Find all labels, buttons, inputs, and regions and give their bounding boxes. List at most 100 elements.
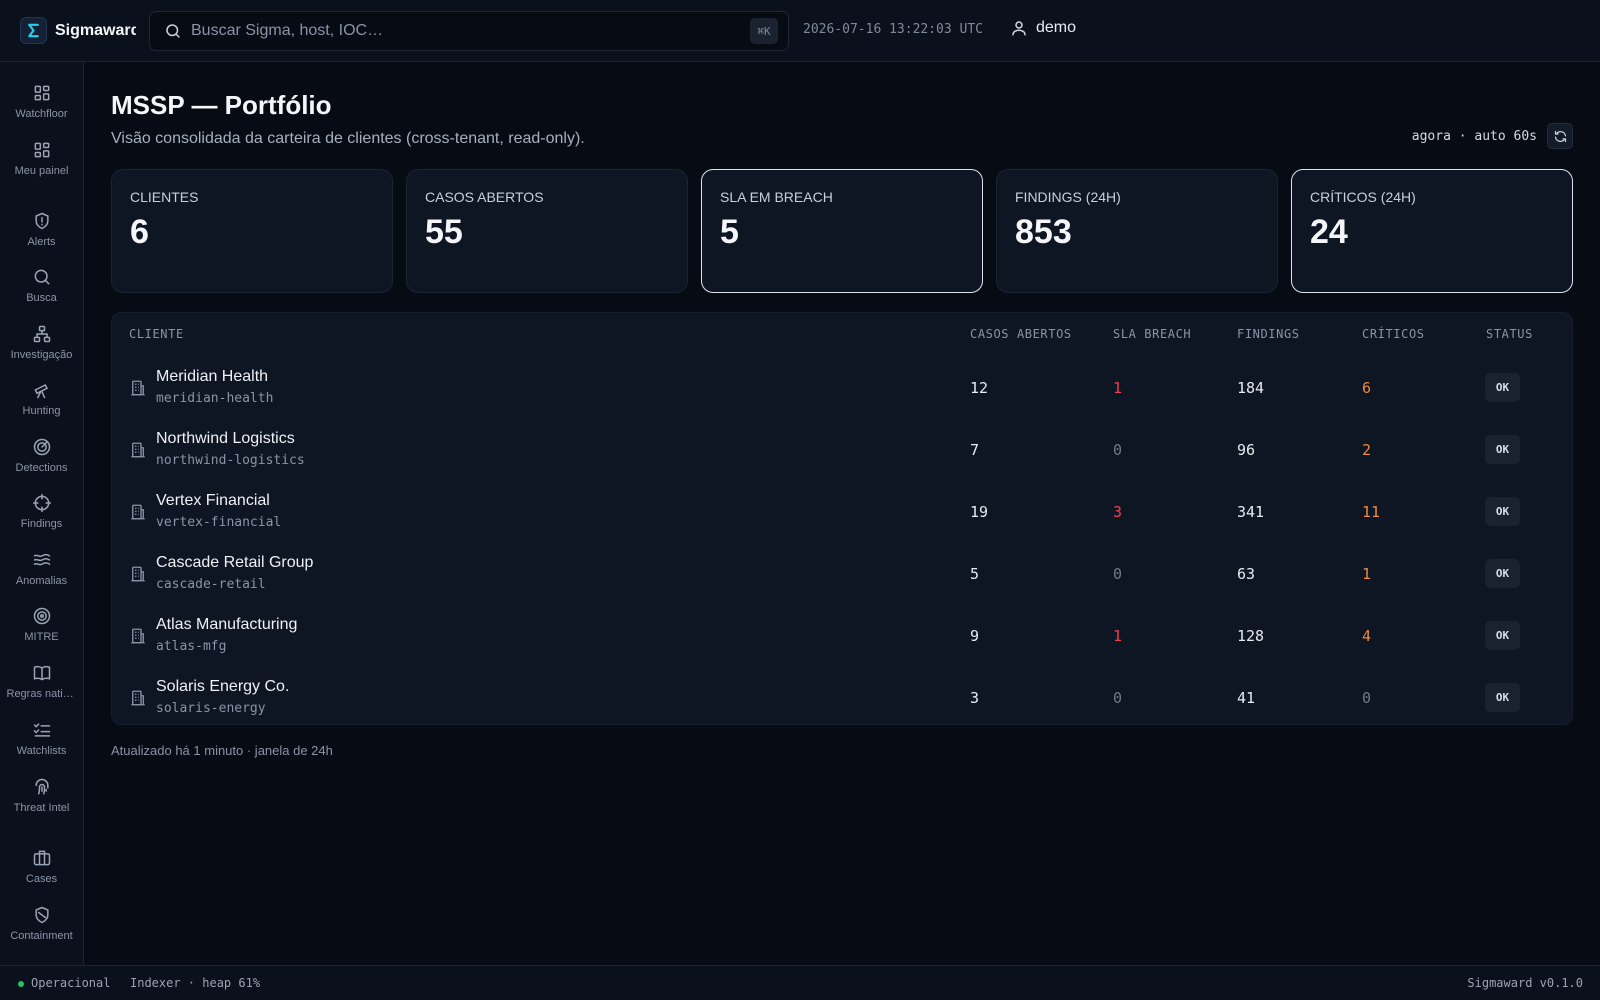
clients-table: CLIENTE CASOS ABERTOS SLA BREACH FINDING… [111, 312, 1573, 725]
sidebar-item-anomalias[interactable]: Anomalias [0, 550, 83, 602]
refresh-button[interactable] [1547, 123, 1573, 149]
stat-label: CLIENTES [130, 189, 199, 205]
client-name: Atlas Manufacturing [156, 616, 298, 633]
building-icon [131, 628, 145, 644]
stat-card-clientes[interactable]: CLIENTES 6 [111, 169, 393, 293]
critical-count: 6 [1362, 379, 1372, 397]
search-input[interactable] [191, 22, 750, 40]
sidebar-item-investigacao[interactable]: Investigação [0, 324, 83, 376]
client-slug: atlas-mfg [156, 639, 227, 654]
sla-breach-count: 3 [1113, 503, 1123, 521]
findings-count: 128 [1237, 627, 1265, 645]
status-dot-icon [18, 981, 24, 987]
sidebar-item-findings[interactable]: Findings [0, 493, 83, 545]
stat-label: CRÍTICOS (24H) [1310, 189, 1416, 205]
sidebar-item-label: Threat Intel [13, 802, 70, 814]
table-row[interactable]: Solaris Energy Co. solaris-energy 3 0 41… [112, 668, 1572, 730]
stat-card-casos-abertos[interactable]: CASOS ABERTOS 55 [406, 169, 688, 293]
stat-value: 6 [130, 213, 149, 251]
sla-breach-count: 0 [1113, 565, 1123, 583]
indexer-status: Indexer · heap 61% [130, 976, 261, 990]
sla-breach-count: 0 [1113, 441, 1123, 459]
sidebar-item-watchlists[interactable]: Watchlists [0, 720, 83, 772]
sidebar-item-label: Hunting [22, 405, 61, 417]
critical-count: 1 [1362, 565, 1372, 583]
sidebar-item-meu-painel[interactable]: Meu painel [0, 140, 83, 192]
client-name: Northwind Logistics [156, 430, 295, 447]
sidebar: Watchfloor Meu painel Alerts Busca Inves… [0, 62, 84, 965]
column-header-sla-breach[interactable]: SLA BREACH [1113, 327, 1191, 341]
refresh-control: agora · auto 60s [1412, 123, 1573, 149]
sidebar-item-watchfloor[interactable]: Watchfloor [0, 83, 83, 135]
stat-value: 853 [1015, 213, 1072, 251]
cases-count: 3 [970, 689, 980, 707]
sidebar-item-regras-nativas[interactable]: Regras nativas [0, 663, 83, 715]
table-row[interactable]: Meridian Health meridian-health 12 1 184… [112, 358, 1572, 420]
user-menu[interactable]: demo [1010, 19, 1076, 37]
column-header-casos-abertos[interactable]: CASOS ABERTOS [970, 327, 1072, 341]
client-slug: northwind-logistics [156, 453, 305, 468]
sidebar-item-label: Watchfloor [15, 108, 68, 120]
cases-count: 9 [970, 627, 980, 645]
crosshair-icon [32, 493, 51, 513]
building-icon [131, 690, 145, 706]
column-header-criticos[interactable]: CRÍTICOS [1362, 327, 1425, 341]
column-header-status[interactable]: STATUS [1486, 327, 1533, 341]
sidebar-item-alerts[interactable]: Alerts [0, 211, 83, 263]
building-icon [131, 380, 145, 396]
search-icon [34, 269, 49, 285]
waves-icon [33, 553, 50, 566]
stat-value: 5 [720, 213, 739, 251]
sidebar-item-label: Cases [25, 873, 58, 885]
status-bar: Operacional Indexer · heap 61% Sigmaward… [0, 965, 1600, 1000]
sidebar-item-hunting[interactable]: Hunting [0, 380, 83, 432]
sidebar-item-label: MITRE [24, 631, 59, 643]
stat-label: FINDINGS (24H) [1015, 189, 1121, 205]
cases-count: 7 [970, 441, 980, 459]
critical-count: 4 [1362, 627, 1372, 645]
telescope-icon [33, 383, 48, 399]
client-slug: solaris-energy [156, 701, 266, 716]
client-slug: cascade-retail [156, 577, 266, 592]
table-row[interactable]: Cascade Retail Group cascade-retail 5 0 … [112, 544, 1572, 606]
sidebar-item-busca[interactable]: Busca [0, 267, 83, 319]
sidebar-item-containment[interactable]: Containment [0, 905, 83, 957]
stat-card-findings[interactable]: FINDINGS (24H) 853 [996, 169, 1278, 293]
shortcut-hint: ⌘K [750, 18, 778, 44]
sidebar-item-label: Anomalias [15, 575, 68, 587]
stat-label: SLA EM BREACH [720, 189, 833, 205]
network-icon [33, 325, 50, 343]
brand[interactable]: Sigmaward [20, 17, 136, 44]
sidebar-item-cases[interactable]: Cases [0, 848, 83, 900]
user-name: demo [1036, 19, 1077, 36]
utc-clock: 2026-07-16 13:22:03 UTC [803, 22, 984, 37]
client-name: Cascade Retail Group [156, 554, 314, 571]
client-name: Vertex Financial [156, 492, 270, 509]
search-icon [166, 24, 180, 38]
stat-value: 24 [1310, 213, 1348, 251]
sidebar-item-threat-intel[interactable]: Threat Intel [0, 777, 83, 829]
table-row[interactable]: Northwind Logistics northwind-logistics … [112, 420, 1572, 482]
stat-card-sla-breach[interactable]: SLA EM BREACH 5 [701, 169, 983, 293]
book-icon [33, 665, 50, 681]
sidebar-item-mitre[interactable]: MITRE [0, 606, 83, 658]
client-name: Solaris Energy Co. [156, 678, 290, 695]
status-badge: OK [1485, 683, 1520, 712]
cases-count: 5 [970, 565, 980, 583]
status-badge: OK [1485, 497, 1520, 526]
table-row[interactable]: Atlas Manufacturing atlas-mfg 9 1 128 4 … [112, 606, 1572, 668]
column-header-cliente[interactable]: CLIENTE [129, 327, 184, 341]
sidebar-item-label: Containment [10, 930, 73, 942]
sla-breach-count: 1 [1113, 627, 1123, 645]
list-check-icon [33, 723, 50, 737]
stat-card-criticos[interactable]: CRÍTICOS (24H) 24 [1291, 169, 1573, 293]
stat-label: CASOS ABERTOS [425, 189, 544, 205]
user-icon [1012, 21, 1026, 36]
status-badge: OK [1485, 559, 1520, 588]
sidebar-item-detections[interactable]: Detections [0, 437, 83, 489]
column-header-findings[interactable]: FINDINGS [1237, 327, 1300, 341]
status-badge: OK [1485, 435, 1520, 464]
global-search[interactable]: ⌘K [149, 11, 789, 51]
table-row[interactable]: Vertex Financial vertex-financial 19 3 3… [112, 482, 1572, 544]
fingerprint-icon [34, 778, 49, 795]
